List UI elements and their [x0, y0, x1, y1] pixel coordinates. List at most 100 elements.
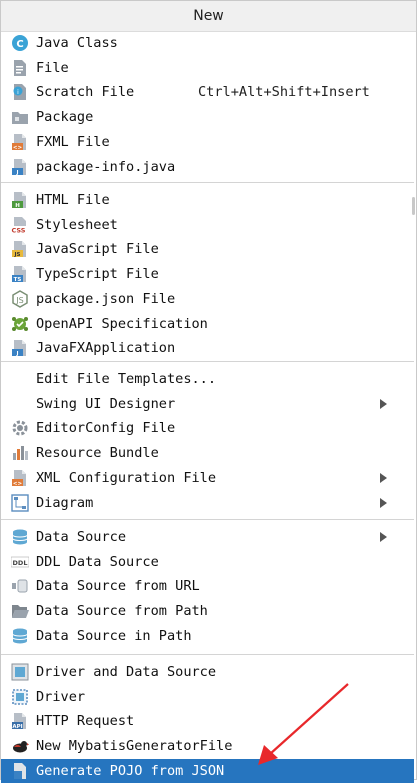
menu-item-driver[interactable]: Driver	[1, 685, 414, 709]
css-file-icon: CSS	[11, 216, 29, 234]
menu-item-new-mybatisgeneratorfile[interactable]: New MybatisGeneratorFile	[1, 734, 414, 758]
xml-file-icon: <>	[11, 469, 29, 487]
java-file-icon: J	[11, 158, 29, 176]
menu-item-label: JavaFXApplication	[36, 340, 176, 357]
menu-item-data-source-from-path[interactable]: Data Source from Path	[1, 599, 414, 623]
url-datasource-icon	[11, 577, 29, 595]
database-icon	[11, 528, 29, 546]
menu-item-label: Data Source from URL	[36, 578, 200, 595]
menu-item-data-source[interactable]: Data Source	[1, 525, 414, 549]
menu-item-label: Scratch File	[36, 84, 135, 101]
menu-item-typescript-file[interactable]: TS TypeScript File	[1, 262, 414, 286]
menu-item-editorconfig-file[interactable]: EditorConfig File	[1, 416, 414, 440]
package-folder-icon	[11, 108, 29, 126]
menu-item-label: Driver	[36, 688, 86, 705]
api-icon: API	[11, 712, 29, 730]
menu-item-label: Resource Bundle	[36, 445, 159, 462]
menu-item-label: package-info.java	[36, 158, 176, 175]
menu-item-shortcut: Ctrl+Alt+Shift+Insert	[198, 84, 370, 101]
database-icon	[11, 627, 29, 645]
menu-item-edit-file-templates[interactable]: Edit File Templates...	[1, 367, 414, 391]
driver-datasource-icon	[11, 663, 29, 681]
menu-item-fxml-file[interactable]: <> FXML File	[1, 130, 414, 154]
menu-item-label: Java Class	[36, 35, 118, 51]
submenu-arrow-icon	[380, 532, 387, 542]
submenu-arrow-icon	[380, 497, 387, 508]
fxml-file-icon: <>	[11, 133, 29, 151]
menu-item-package-json-file[interactable]: JS package.json File	[1, 287, 414, 311]
menu-item-label: Data Source in Path	[36, 627, 192, 644]
nodejs-icon: JS	[11, 289, 29, 308]
svg-text:C: C	[16, 39, 23, 50]
menu-item-java-class[interactable]: C Java Class	[1, 31, 414, 55]
menu-item-label: HTTP Request	[36, 713, 135, 730]
menu-item-stylesheet[interactable]: CSS Stylesheet	[1, 213, 414, 237]
file-icon	[11, 59, 29, 77]
java-class-icon: C	[11, 34, 29, 52]
menu-item-label: Data Source	[36, 529, 127, 545]
scratch-file-icon: i	[11, 83, 29, 101]
openapi-icon	[11, 315, 29, 333]
svg-text:<>: <>	[13, 145, 23, 151]
svg-text:DDL: DDL	[13, 559, 28, 567]
svg-text:JS: JS	[13, 252, 20, 258]
menu-item-javafxapplication[interactable]: J JavaFXApplication	[1, 336, 414, 360]
ddl-icon: DDL	[10, 553, 30, 571]
menu-item-label: Swing UI Designer	[36, 395, 176, 412]
menu-item-scratch-file[interactable]: i Scratch File Ctrl+Alt+Shift+Insert	[1, 80, 414, 104]
menu-item-xml-configuration-file[interactable]: <> XML Configuration File	[1, 466, 414, 490]
menu-item-http-request[interactable]: API HTTP Request	[1, 709, 414, 733]
svg-text:J: J	[15, 351, 18, 357]
menu-item-label: HTML File	[36, 192, 110, 208]
menu-item-label: OpenAPI Specification	[36, 315, 208, 332]
svg-text:CSS: CSS	[12, 226, 26, 234]
menu-item-label: XML Configuration File	[36, 469, 217, 486]
menu-item-label: JavaScript File	[36, 241, 159, 258]
menu-separator	[1, 182, 414, 183]
scrollbar-thumb[interactable]	[412, 197, 415, 215]
menu-item-label: FXML File	[36, 133, 110, 150]
menu-item-javascript-file[interactable]: JS JavaScript File	[1, 237, 414, 261]
menu-item-data-source-from-url[interactable]: Data Source from URL	[1, 574, 414, 598]
menu-item-diagram[interactable]: Diagram	[1, 491, 414, 515]
menu-item-swing-ui-designer[interactable]: Swing UI Designer	[1, 392, 414, 416]
submenu-arrow-icon	[380, 398, 387, 409]
menu-item-resource-bundle[interactable]: Resource Bundle	[1, 441, 414, 465]
menu-item-ddl-data-source[interactable]: DDL DDL Data Source	[1, 550, 414, 574]
svg-text:H: H	[15, 203, 20, 209]
menu-item-label: Generate POJO from JSON	[36, 762, 225, 779]
pojo-file-icon	[11, 762, 29, 780]
menu-item-label: Stylesheet	[36, 216, 118, 233]
menu-item-label: Data Source from Path	[36, 603, 208, 620]
menu-item-package-info-java[interactable]: Jpackage-info.java	[1, 155, 414, 179]
menu-item-file[interactable]: File	[1, 56, 414, 80]
new-menu-popup: New C Java Class File i Scratch File Ctrl+Alt…	[0, 0, 417, 783]
gear-icon	[11, 419, 29, 437]
svg-text:API: API	[12, 724, 22, 730]
mybatis-bird-icon	[11, 737, 29, 755]
diagram-icon	[11, 493, 29, 512]
javascript-file-icon: JS	[11, 240, 29, 258]
menu-item-label: Diagram	[36, 494, 94, 511]
driver-icon	[11, 688, 29, 706]
menu-item-label: DDL Data Source	[36, 553, 159, 570]
menu-item-generate-pojo-from-json[interactable]: Generate POJO from JSON	[1, 758, 414, 783]
svg-text:TS: TS	[14, 277, 22, 283]
menu-item-driver-and-data-source[interactable]: Driver and Data Source	[1, 660, 414, 684]
menu-item-label: TypeScript File	[36, 266, 159, 283]
html-file-icon: H	[11, 191, 29, 209]
menu-item-label: Driver and Data Source	[36, 664, 217, 680]
menu-item-label: package.json File	[36, 290, 176, 307]
folder-open-icon	[11, 602, 29, 620]
svg-text:J: J	[15, 170, 18, 176]
svg-text:<>: <>	[13, 481, 23, 487]
menu-item-openapi-specification[interactable]: OpenAPI Specification	[1, 312, 414, 336]
menu-item-label: Edit File Templates...	[36, 371, 217, 387]
svg-text:JS: JS	[15, 296, 23, 305]
menu-item-data-source-in-path[interactable]: Data Source in Path	[1, 624, 414, 648]
menu-item-label: EditorConfig File	[36, 420, 176, 437]
menu-item-html-file[interactable]: H HTML File	[1, 188, 414, 212]
menu-item-package[interactable]: Package	[1, 105, 414, 129]
submenu-arrow-icon	[380, 472, 387, 483]
menu-item-label: File	[36, 59, 69, 76]
